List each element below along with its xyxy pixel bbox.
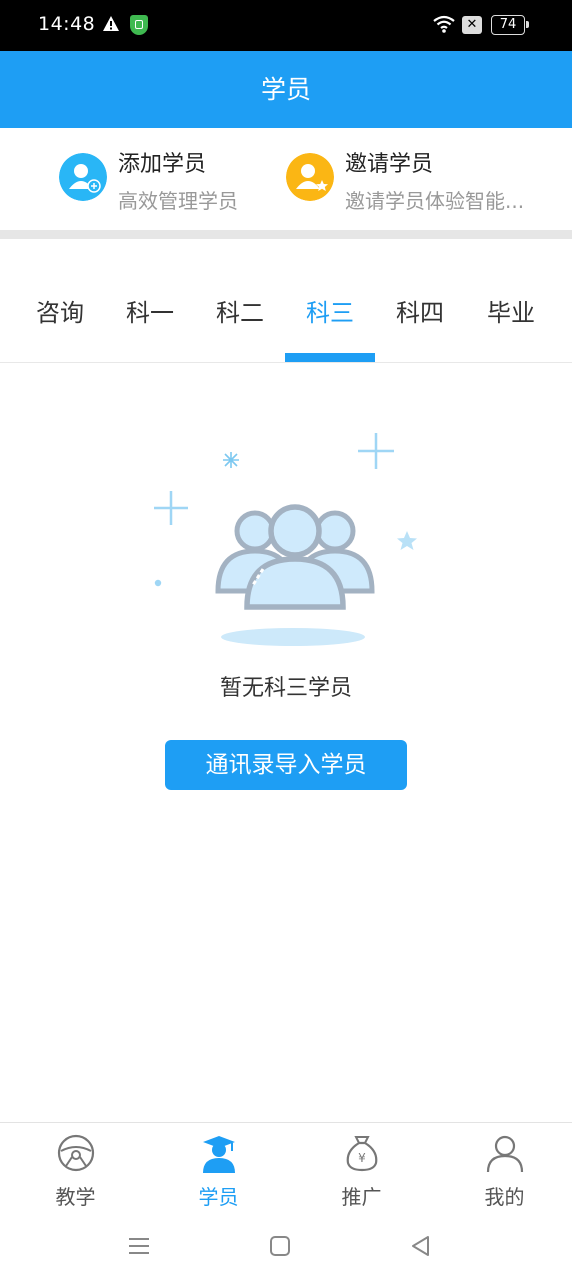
empty-state-message: 暂无科三学员 — [219, 676, 352, 701]
app-header: 学员 — [0, 51, 572, 128]
nav-item-profile[interactable]: 我的 — [433, 1123, 572, 1223]
bottom-navigation: 教学 学员 ¥ 推广 我的 — [0, 1122, 572, 1222]
tab-subject-one[interactable]: 科一 — [105, 293, 195, 328]
invite-student-title: 邀请学员 — [345, 152, 434, 177]
invite-student-icon — [286, 153, 334, 201]
steering-wheel-icon — [57, 1134, 95, 1172]
add-student-title: 添加学员 — [118, 152, 207, 177]
empty-students-illustration — [154, 433, 417, 646]
warning-icon — [103, 16, 119, 31]
tab-subject-four[interactable]: 科四 — [375, 293, 465, 328]
tab-subject-three[interactable]: 科三 — [285, 293, 375, 328]
security-shield-icon — [130, 15, 148, 35]
user-icon — [486, 1135, 524, 1173]
add-student-subtitle: 高效管理学员 — [118, 189, 238, 213]
nav-label-teaching: 教学 — [55, 1185, 96, 1209]
section-divider — [0, 230, 572, 239]
invite-student-button[interactable]: 邀请学员 邀请学员体验智能... — [286, 128, 546, 230]
nav-item-teaching[interactable]: 教学 — [4, 1123, 147, 1223]
tab-subject-two[interactable]: 科二 — [195, 293, 285, 328]
menu-icon[interactable] — [127, 1234, 151, 1258]
status-bar: 14:48 ✕ 74 — [0, 0, 572, 51]
active-tab-indicator — [285, 353, 375, 362]
nav-label-promotion: 推广 — [341, 1185, 382, 1209]
add-student-icon — [59, 153, 107, 201]
invite-student-subtitle: 邀请学员体验智能... — [345, 189, 525, 213]
nav-item-promotion[interactable]: ¥ 推广 — [290, 1123, 433, 1223]
quick-actions: 添加学员 高效管理学员 邀请学员 邀请学员体验智能... — [0, 128, 572, 230]
system-navigation-bar — [0, 1222, 572, 1280]
svg-text:¥: ¥ — [358, 1151, 366, 1165]
battery-icon: 74 — [491, 15, 529, 35]
nav-label-students: 学员 — [198, 1185, 239, 1209]
add-student-button[interactable]: 添加学员 高效管理学员 — [59, 128, 259, 230]
stage-tabs: 咨询 科一 科二 科三 科四 毕业 — [0, 239, 572, 363]
money-bag-icon: ¥ — [346, 1136, 378, 1172]
wifi-icon — [433, 15, 455, 33]
nav-item-students[interactable]: 学员 — [147, 1123, 290, 1223]
home-icon[interactable] — [269, 1234, 291, 1258]
graduate-icon — [203, 1136, 235, 1173]
battery-level: 74 — [499, 17, 517, 32]
status-time: 14:48 — [38, 13, 96, 35]
no-sim-icon: ✕ — [462, 16, 482, 34]
tab-graduated[interactable]: 毕业 — [466, 293, 556, 328]
back-icon[interactable] — [409, 1234, 431, 1258]
page-title: 学员 — [260, 75, 311, 104]
tab-consult[interactable]: 咨询 — [15, 293, 105, 328]
import-from-contacts-button[interactable]: 通讯录导入学员 — [165, 740, 407, 790]
nav-label-profile: 我的 — [484, 1185, 525, 1209]
